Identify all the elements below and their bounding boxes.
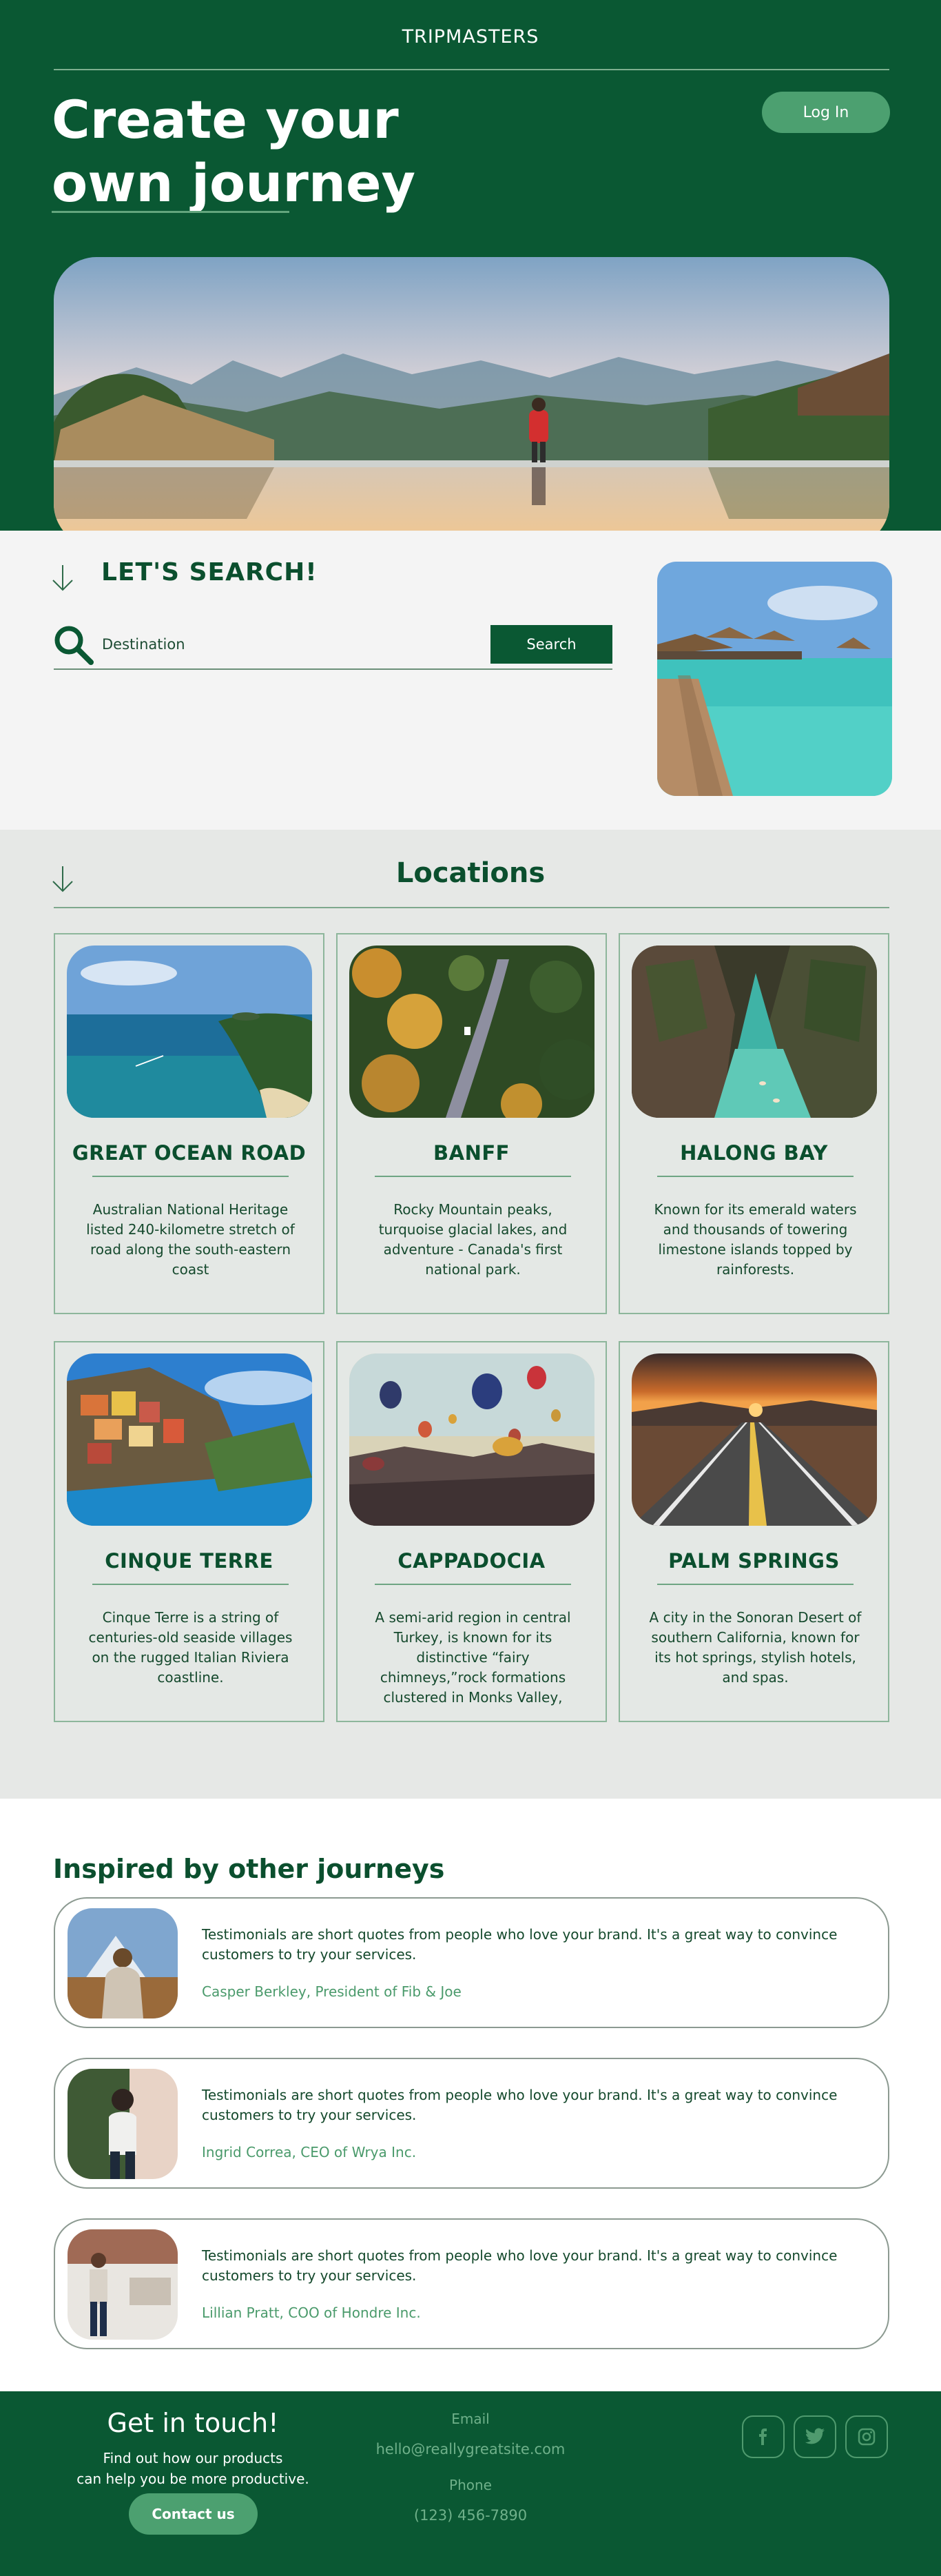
- facebook-icon[interactable]: [742, 2415, 785, 2458]
- arrow-down-icon: [52, 565, 73, 591]
- testimonials-title: Inspired by other journeys: [53, 1854, 445, 1884]
- search-button[interactable]: Search: [490, 625, 612, 664]
- testimonials-section: Inspired by other journeys Testimonials …: [0, 1799, 941, 2391]
- location-image: [67, 1353, 312, 1526]
- hero-image: [54, 257, 889, 531]
- footer: Get in touch! Find out how our products …: [0, 2391, 941, 2576]
- location-image: [349, 1353, 594, 1526]
- twitter-icon[interactable]: [794, 2415, 836, 2458]
- location-image: [349, 945, 594, 1118]
- location-image: [632, 1353, 877, 1526]
- search-icon: [54, 626, 94, 665]
- location-name: BANFF: [433, 1141, 510, 1165]
- destination-input[interactable]: [102, 633, 477, 656]
- location-image: [67, 945, 312, 1118]
- phone-label: Phone: [449, 2477, 492, 2493]
- testimonial-avatar: [68, 2229, 178, 2340]
- testimonial-quote: Testimonials are short quotes from peopl…: [202, 2087, 838, 2123]
- testimonial-author: Lillian Pratt, COO of Hondre Inc.: [202, 2304, 421, 2321]
- location-name: CAPPADOCIA: [397, 1549, 546, 1573]
- location-name: GREAT OCEAN ROAD: [72, 1141, 307, 1165]
- location-description: Rocky Mountain peaks, turquoise glacial …: [378, 1201, 568, 1278]
- testimonial-author: Ingrid Correa, CEO of Wrya Inc.: [202, 2144, 417, 2160]
- location-card-halong-bay[interactable]: HALONG BAY Known for its emerald waters …: [619, 933, 889, 1314]
- location-name: CINQUE TERRE: [105, 1549, 273, 1573]
- testimonial-quote: Testimonials are short quotes from peopl…: [202, 1926, 838, 1963]
- location-description: A semi-arid region in central Turkey, is…: [375, 1609, 571, 1706]
- testimonial-card: Testimonials are short quotes from peopl…: [54, 1897, 889, 2028]
- brand-logo[interactable]: TRIPMASTERS: [0, 26, 941, 48]
- footer-subtitle: Find out how our products can help you b…: [55, 2448, 331, 2489]
- location-card-cappadocia[interactable]: CAPPADOCIA A semi-arid region in central…: [336, 1341, 607, 1722]
- search-underline: [54, 668, 612, 670]
- contact-us-button[interactable]: Contact us: [129, 2493, 258, 2535]
- location-description: Cinque Terre is a string of centuries-ol…: [88, 1609, 293, 1686]
- hero-title: Create your own journey: [52, 89, 416, 214]
- location-name: PALM SPRINGS: [668, 1549, 840, 1573]
- testimonial-card: Testimonials are short quotes from peopl…: [54, 2218, 889, 2349]
- hero-title-underline: [52, 211, 289, 213]
- search-title: LET'S SEARCH!: [101, 558, 318, 586]
- location-divider: [92, 1176, 289, 1177]
- testimonial-avatar: [68, 2069, 178, 2179]
- hero-section: TRIPMASTERS Create your own journey Log …: [0, 0, 941, 531]
- search-section: LET'S SEARCH! Search: [0, 531, 941, 830]
- locations-section: Locations GREAT OCEAN ROAD Australian Na…: [0, 830, 941, 1799]
- locations-divider: [54, 907, 889, 908]
- phone-number[interactable]: (123) 456-7890: [333, 2507, 608, 2524]
- location-divider: [375, 1584, 571, 1585]
- header-divider: [54, 69, 889, 70]
- testimonial-author: Casper Berkley, President of Fib & Joe: [202, 1983, 462, 2000]
- testimonial-card: Testimonials are short quotes from peopl…: [54, 2058, 889, 2189]
- location-divider: [375, 1176, 571, 1177]
- location-name: HALONG BAY: [680, 1141, 828, 1165]
- location-card-banff[interactable]: BANFF Rocky Mountain peaks, turquoise gl…: [336, 933, 607, 1314]
- location-divider: [657, 1584, 854, 1585]
- location-divider: [92, 1584, 289, 1585]
- locations-title: Locations: [395, 857, 546, 889]
- overwater-bungalows-image: [657, 562, 892, 796]
- location-image: [632, 945, 877, 1118]
- location-description: Known for its emerald waters and thousan…: [654, 1201, 857, 1278]
- email-label: Email: [451, 2411, 490, 2427]
- footer-title: Get in touch!: [107, 2408, 279, 2438]
- location-divider: [657, 1176, 854, 1177]
- footer-subtitle-line: can help you be more productive.: [76, 2471, 309, 2487]
- login-button[interactable]: Log In: [762, 92, 890, 133]
- instagram-icon[interactable]: [845, 2415, 888, 2458]
- email-link[interactable]: hello@reallygreatsite.com: [333, 2441, 608, 2457]
- location-card-cinque-terre[interactable]: CINQUE TERRE Cinque Terre is a string of…: [54, 1341, 324, 1722]
- testimonial-quote: Testimonials are short quotes from peopl…: [202, 2247, 838, 2284]
- location-description: A city in the Sonoran Desert of southern…: [649, 1609, 862, 1686]
- footer-subtitle-line: Find out how our products: [103, 2450, 283, 2466]
- location-description: Australian National Heritage listed 240-…: [86, 1201, 295, 1278]
- testimonial-avatar: [68, 1908, 178, 2018]
- location-card-great-ocean-road[interactable]: GREAT OCEAN ROAD Australian National Her…: [54, 933, 324, 1314]
- location-card-palm-springs[interactable]: PALM SPRINGS A city in the Sonoran Deser…: [619, 1341, 889, 1722]
